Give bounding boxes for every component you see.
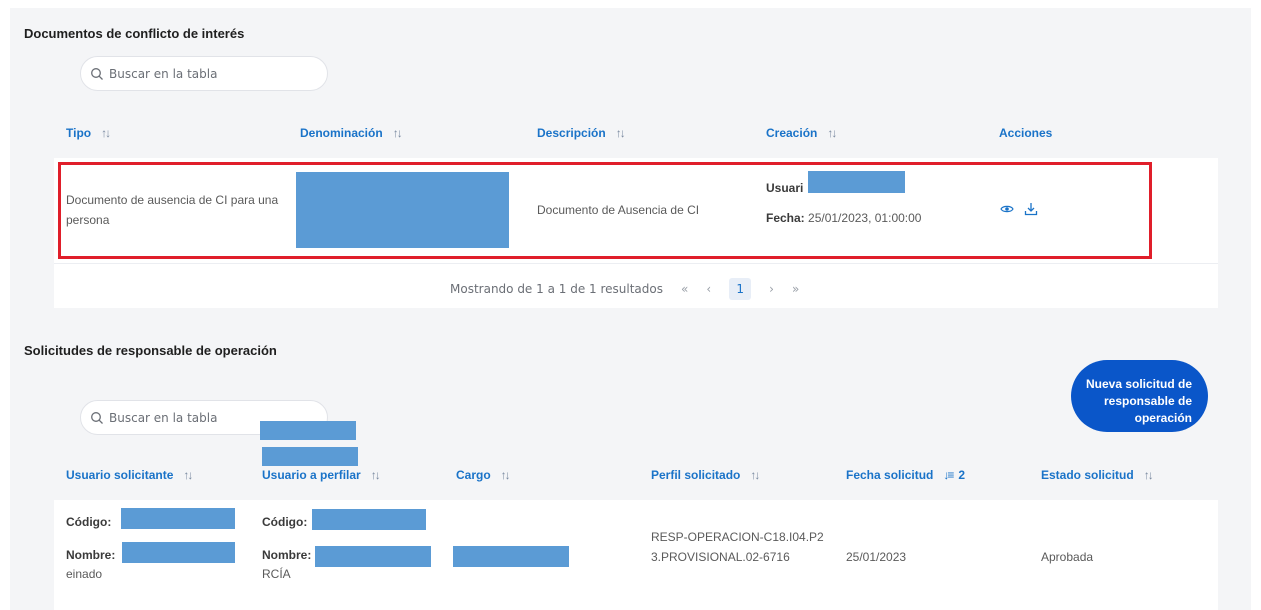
sort-icon[interactable]: ↑↓ <box>750 468 760 482</box>
redacted-solicitante-codigo <box>121 508 235 529</box>
redacted-block <box>260 421 356 440</box>
column-header-cargo[interactable]: Cargo ↑↓ <box>456 468 511 482</box>
search-icon <box>91 411 103 424</box>
new-request-button[interactable]: Nueva solicitud de responsable de operac… <box>1071 360 1208 432</box>
search-field-conflict-docs[interactable] <box>80 56 328 91</box>
column-header-usuario-solicitante[interactable]: Usuario solicitante ↑↓ <box>66 468 193 482</box>
redacted-block <box>262 447 358 466</box>
pagination: Mostrando de 1 a 1 de 1 resultados « ‹ 1… <box>450 278 799 300</box>
column-header-tipo[interactable]: Tipo ↑↓ <box>66 126 111 140</box>
sort-icon[interactable]: ↑↓ <box>393 126 403 140</box>
column-header-acciones: Acciones <box>999 126 1053 140</box>
highlight-box <box>58 162 1152 259</box>
cell-perfil: RESP-OPERACION-C18.I04.P23.PROVISIONAL.0… <box>651 530 824 564</box>
sort-icon[interactable]: ↑↓ <box>183 468 193 482</box>
sort-icon[interactable]: ↑↓ <box>1144 468 1154 482</box>
column-header-usuario-perfilar[interactable]: Usuario a perfilar ↑↓ <box>262 468 381 482</box>
cell-perfilar-suffix: RCÍA <box>262 567 291 581</box>
redacted-perfilar-codigo <box>312 509 426 530</box>
column-header-descripcion[interactable]: Descripción ↑↓ <box>537 126 626 140</box>
cell-solicitante-nombre: Nombre: <box>66 548 116 562</box>
cell-perfilar-nombre: Nombre: <box>262 548 312 562</box>
sort-icon[interactable]: ↑↓ <box>501 468 511 482</box>
divider <box>54 263 1218 264</box>
redacted-perfilar-nombre <box>315 546 431 567</box>
last-page-button[interactable]: » <box>792 282 799 296</box>
redacted-solicitante-nombre <box>122 542 235 563</box>
sort-icon[interactable]: ↑↓ <box>827 126 837 140</box>
first-page-button[interactable]: « <box>681 282 688 296</box>
sort-icon[interactable]: ↑↓ <box>371 468 381 482</box>
sort-icon[interactable]: ↑↓ <box>101 126 111 140</box>
section-title-conflict-docs: Documentos de conflicto de interés <box>24 26 245 41</box>
section-title-requests: Solicitudes de responsable de operación <box>24 343 277 358</box>
search-icon <box>91 67 103 80</box>
next-page-button[interactable]: › <box>769 282 774 296</box>
cell-solicitante-suffix: einado <box>66 567 103 581</box>
cell-perfilar-codigo: Código: <box>262 515 308 529</box>
sort-desc-icon[interactable]: ↓≡ <box>943 468 954 482</box>
sort-icon[interactable]: ↑↓ <box>616 126 626 140</box>
column-header-estado[interactable]: Estado solicitud ↑↓ <box>1041 468 1154 482</box>
sort-order-badge: 2 <box>958 468 966 482</box>
column-header-creacion[interactable]: Creación ↑↓ <box>766 126 837 140</box>
column-header-denominacion[interactable]: Denominación ↑↓ <box>300 126 403 140</box>
prev-page-button[interactable]: ‹ <box>706 282 711 296</box>
cell-solicitante-codigo: Código: <box>66 515 112 529</box>
search-input[interactable] <box>109 66 309 81</box>
column-header-fecha-solicitud[interactable]: Fecha solicitud ↓≡ 2 <box>846 468 965 482</box>
column-header-perfil[interactable]: Perfil solicitado ↑↓ <box>651 468 760 482</box>
cell-estado: Aprobada <box>1041 550 1094 564</box>
redacted-cargo <box>453 546 569 567</box>
page-1-button[interactable]: 1 <box>729 278 752 300</box>
pagination-summary: Mostrando de 1 a 1 de 1 resultados <box>450 282 663 296</box>
cell-fecha-solicitud: 25/01/2023 <box>846 550 907 564</box>
